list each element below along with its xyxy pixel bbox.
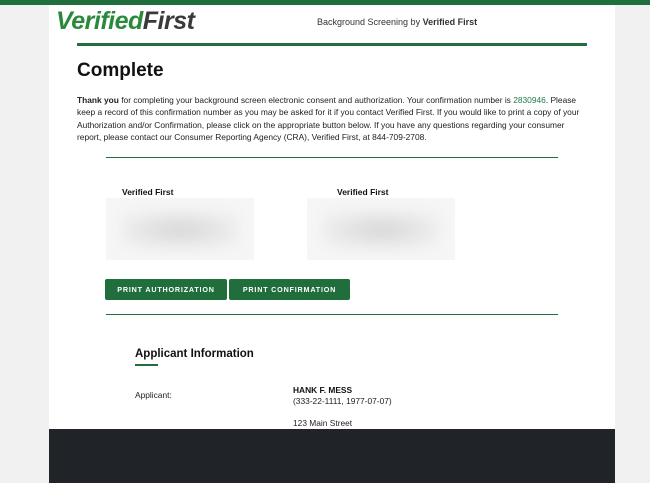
print-confirmation-button[interactable]: PRINT CONFIRMATION (229, 279, 350, 300)
applicant-name: HANK F. MESS (293, 385, 353, 395)
signature-image-blurred (307, 198, 455, 260)
heading-underline (135, 364, 158, 366)
signature-label: Verified First (122, 187, 174, 197)
applicant-information-heading: Applicant Information (135, 348, 254, 360)
signature-label: Verified First (337, 187, 389, 197)
header-tagline: Background Screening by Verified First (317, 17, 478, 27)
confirmation-number: 2830946 (513, 95, 546, 105)
header-divider (77, 43, 587, 46)
signature-image-blurred (106, 198, 254, 260)
applicant-label: Applicant: (135, 390, 172, 400)
print-authorization-button[interactable]: PRINT AUTHORIZATION (105, 279, 227, 300)
section-divider (106, 314, 558, 315)
page-footer (49, 429, 615, 483)
thank-you-lead: Thank you (77, 95, 119, 105)
verified-first-logo: VerifiedFirst (56, 7, 195, 35)
section-divider (106, 157, 558, 158)
applicant-details: (333-22-1111, 1977-07-07) (293, 396, 392, 406)
page-title: Complete (77, 60, 164, 81)
confirmation-page: VerifiedFirst Background Screening by Ve… (49, 5, 615, 483)
applicant-street: 123 Main Street (293, 418, 353, 428)
confirmation-message: Thank you for completing your background… (77, 95, 580, 142)
